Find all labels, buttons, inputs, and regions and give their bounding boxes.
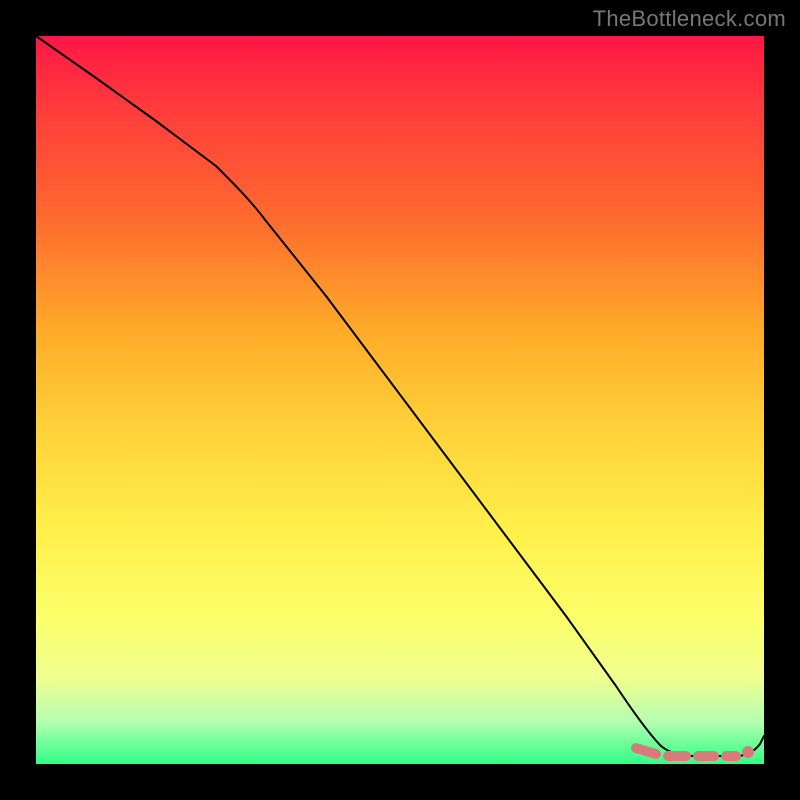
watermark-text: TheBottleneck.com [593, 6, 786, 32]
main-curve [36, 36, 764, 756]
plot-area [36, 36, 764, 764]
highlight-dash-1 [636, 748, 656, 754]
chart-frame: TheBottleneck.com [0, 0, 800, 800]
chart-svg [36, 36, 764, 764]
highlight-end-dot [742, 746, 754, 758]
